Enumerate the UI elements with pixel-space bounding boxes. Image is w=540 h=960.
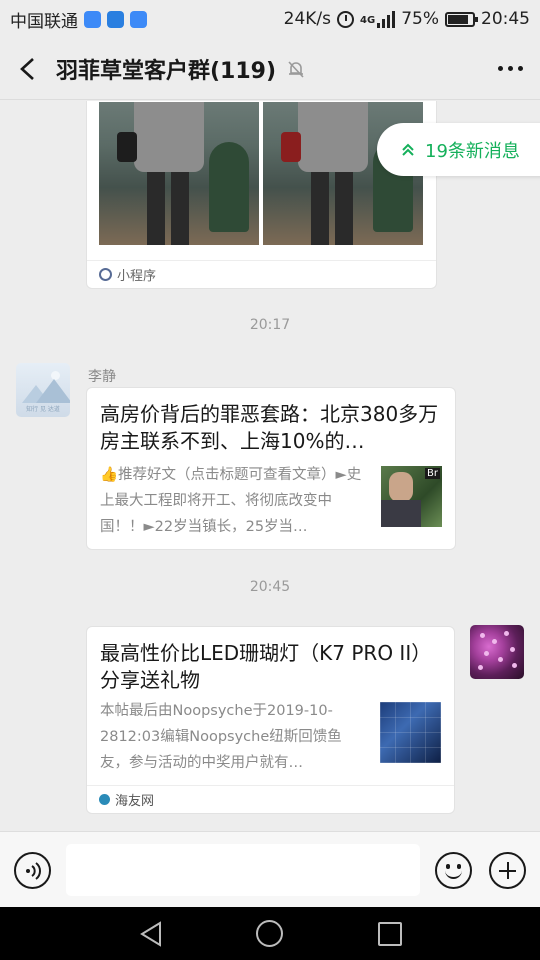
mini-program-card[interactable]: 小程序 — [86, 101, 437, 289]
chat-title: 羽菲草堂客户群(119) — [56, 58, 277, 84]
article-card[interactable]: 最高性价比LED珊瑚灯（K7 PRO II）分享送礼物 本帖最后由Noopsyc… — [86, 626, 455, 814]
article-thumbnail: Br — [381, 466, 442, 527]
voice-icon — [25, 861, 41, 880]
site-icon — [99, 794, 110, 805]
carrier-label: 中国联通 — [10, 11, 78, 32]
dot — [497, 66, 503, 71]
battery-icon — [445, 11, 478, 27]
mute-bell-icon — [288, 60, 304, 78]
product-image — [99, 102, 259, 245]
article-title: 最高性价比LED珊瑚灯（K7 PRO II）分享送礼物 — [100, 641, 432, 692]
message-input[interactable] — [66, 844, 420, 896]
chat-header: 羽菲草堂客户群(119) — [0, 38, 540, 100]
article-description: 👍推荐好文（点击标题可查看文章）►史上最大工程即将开工、将彻底改变中国！！►22… — [100, 467, 362, 535]
timestamp: 20:45 — [249, 579, 291, 595]
timestamp: 20:17 — [249, 317, 291, 333]
more-options-button[interactable] — [480, 38, 540, 100]
nav-recent-apps-icon[interactable] — [378, 922, 402, 946]
nav-back-icon[interactable] — [138, 921, 164, 947]
mini-program-icon — [99, 268, 112, 281]
battery-percent: 75% — [401, 9, 439, 29]
chat-messages[interactable]: 小程序 20:17 知行 见 达道 李静 高房价背后的罪恶套路：北京380多万房… — [0, 101, 540, 831]
mini-program-label: 小程序 — [117, 269, 157, 284]
article-title: 高房价背后的罪恶套路：北京380多万房主联系不到、上海10%的… — [100, 402, 439, 453]
mini-program-footer: 小程序 — [87, 260, 436, 288]
app-notification-icon — [84, 10, 101, 28]
network-type: 4G — [360, 15, 376, 26]
article-thumbnail — [380, 702, 441, 763]
more-functions-button[interactable] — [489, 852, 526, 889]
double-chevron-up-icon — [402, 143, 414, 156]
voice-button[interactable] — [14, 852, 51, 889]
new-messages-label: 19条新消息 — [425, 140, 520, 162]
chevron-left-icon — [20, 57, 34, 80]
system-nav-bar — [0, 907, 540, 960]
signal-icon — [377, 10, 396, 28]
clock: 20:45 — [481, 9, 530, 29]
wifi-hotspot-icon — [130, 10, 147, 28]
article-footer: 海友网 — [87, 785, 454, 813]
sender-name: 李静 — [88, 369, 116, 385]
alarm-icon — [337, 10, 355, 28]
new-messages-button[interactable]: 19条新消息 — [377, 123, 540, 176]
thumbnail-badge: Br — [425, 468, 440, 479]
my-avatar[interactable] — [470, 625, 524, 679]
net-speed: 24K/s — [283, 9, 332, 29]
dot — [517, 66, 523, 71]
article-source: 海友网 — [115, 794, 155, 809]
message-notification-icon — [107, 10, 124, 28]
avatar[interactable]: 知行 见 达道 — [16, 363, 70, 417]
nav-home-icon[interactable] — [256, 920, 283, 947]
avatar-caption: 知行 见 达道 — [26, 406, 60, 413]
status-bar: 中国联通 24K/s 4G 75% 20:45 — [0, 0, 540, 38]
article-card[interactable]: 高房价背后的罪恶套路：北京380多万房主联系不到、上海10%的… 👍推荐好文（点… — [86, 387, 456, 550]
emoji-button[interactable] — [435, 852, 472, 889]
input-bar — [0, 831, 540, 907]
article-description: 本帖最后由Noopsyche于2019-10-2812:03编辑Noopsych… — [100, 703, 342, 771]
back-button[interactable] — [0, 38, 56, 100]
dot — [507, 66, 513, 71]
